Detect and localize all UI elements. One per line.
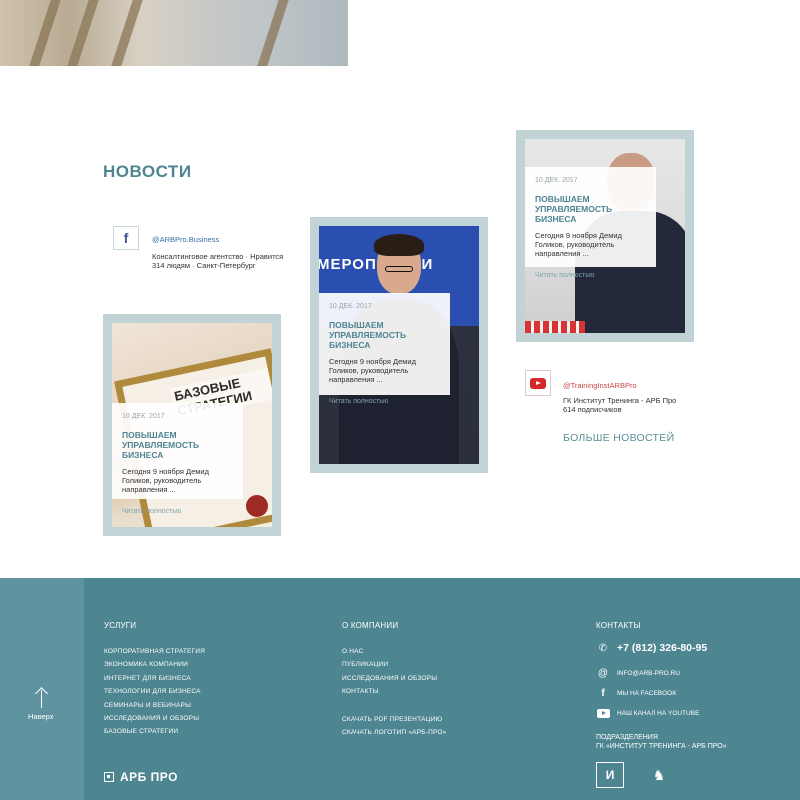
footer-link[interactable]: Базовые стратегии: [104, 725, 205, 738]
youtube-desc-line2: 614 подписчиков: [563, 405, 622, 414]
email-link[interactable]: info@arb-pro.ru: [617, 670, 680, 677]
footer-company: О КОМПАНИИ О нас Публикации Исследования…: [342, 621, 446, 739]
news-date: 10 ДЕК. 2017: [329, 303, 372, 310]
back-to-top-panel[interactable]: Наверх: [0, 578, 84, 800]
youtube-icon[interactable]: [525, 370, 551, 396]
news-card-text: 10 ДЕК. 2017 ПОВЫШАЕМ УПРАВЛЯЕМОСТЬ БИЗН…: [525, 167, 656, 279]
facebook-handle[interactable]: @ARBPro.Business: [152, 235, 283, 244]
company-list: О нас Публикации Исследования и обзоры К…: [342, 645, 446, 739]
brand-square-icon: [104, 772, 114, 782]
company-heading: О КОМПАНИИ: [342, 621, 399, 630]
divisions-heading: ПОДРАЗДЕЛЕНИЯ: [596, 734, 658, 741]
facebook-desc-line1: Консалтинговое агентство · Нравится: [152, 252, 284, 261]
footer-link[interactable]: Контакты: [342, 685, 446, 698]
facebook-row[interactable]: f Мы на Facebook: [596, 687, 677, 699]
download-logo-link[interactable]: Скачать логотип «АРБ-ПРО»: [342, 726, 446, 739]
news-excerpt: Сегодня 9 ноября Демид Голиков, руководи…: [535, 231, 622, 258]
services-list: Корпоративная стратегия Экономика компан…: [104, 645, 205, 739]
hero-image: [0, 0, 348, 66]
download-pdf-link[interactable]: Скачать PDF презентацию: [342, 713, 446, 726]
contacts-heading: КОНТАКТЫ: [596, 621, 641, 630]
news-title[interactable]: ПОВЫШАЕМ УПРАВЛЯЕМОСТЬ БИЗНЕСА: [535, 194, 646, 224]
youtube-row[interactable]: Наш канал на YouTube: [596, 707, 699, 719]
at-icon: @: [597, 667, 609, 679]
footer-services: УСЛУГИ Корпоративная стратегия Экономика…: [104, 621, 205, 739]
news-title[interactable]: ПОВЫШАЕМ УПРАВЛЯЕМОСТЬ БИЗНЕСА: [122, 430, 233, 460]
facebook-icon: f: [601, 687, 605, 699]
news-card-2[interactable]: МЕРОПРИЯТИ 10 ДЕК. 2017 ПОВЫШАЕМ УПРАВЛЯ…: [310, 217, 488, 473]
phone-icon: ✆: [598, 642, 608, 654]
youtube-icon: [596, 707, 610, 719]
arb-pro-horse-logo[interactable]: ♞: [645, 762, 673, 788]
news-section-title: НОВОСТИ: [103, 162, 192, 181]
youtube-desc-line1: ГК Институт Тренинга - АРБ Про: [563, 396, 677, 405]
news-date: 10 ДЕК. 2017: [122, 413, 165, 420]
news-title[interactable]: ПОВЫШАЕМ УПРАВЛЯЕМОСТЬ БИЗНЕСА: [329, 320, 440, 350]
footer-link[interactable]: Экономика компании: [104, 658, 205, 671]
brand-name: АРБ ПРО: [120, 770, 178, 784]
training-institute-logo[interactable]: И: [596, 762, 624, 788]
list-spacer: [342, 699, 446, 713]
read-more-link[interactable]: Читать полностью: [122, 508, 233, 515]
back-to-top-label[interactable]: Наверх: [28, 712, 54, 721]
youtube-link[interactable]: Наш канал на YouTube: [617, 710, 699, 717]
facebook-desc-line2: 314 людям · Санкт-Петербург: [152, 261, 256, 270]
youtube-widget: @TrainingInstARBPro ГК Институт Тренинга…: [563, 381, 676, 414]
read-more-link[interactable]: Читать полностью: [329, 398, 440, 405]
brand-logo[interactable]: АРБ ПРО: [104, 770, 178, 784]
email-row[interactable]: @ info@arb-pro.ru: [596, 667, 680, 679]
footer-link[interactable]: Исследования и обзоры: [342, 672, 446, 685]
footer-link[interactable]: Корпоративная стратегия: [104, 645, 205, 658]
news-card-text: 10 ДЕК. 2017 ПОВЫШАЕМ УПРАВЛЯЕМОСТЬ БИЗН…: [319, 293, 450, 405]
phone-number[interactable]: +7 (812) 326-80-95: [617, 642, 707, 654]
read-more-link[interactable]: Читать полностью: [535, 272, 646, 279]
news-card-1[interactable]: БАЗОВЫЕ СТРАТЕГИИ 10 ДЕК. 2017 ПОВЫШАЕМ …: [103, 314, 281, 536]
news-card-3[interactable]: 10 ДЕК. 2017 ПОВЫШАЕМ УПРАВЛЯЕМОСТЬ БИЗН…: [516, 130, 694, 342]
facebook-widget: @ARBPro.Business Консалтинговое агентств…: [152, 235, 283, 270]
youtube-handle[interactable]: @TrainingInstARBPro: [563, 381, 676, 390]
news-date: 10 ДЕК. 2017: [535, 177, 578, 184]
footer-link[interactable]: Технологии для бизнеса: [104, 685, 205, 698]
facebook-icon[interactable]: f: [113, 226, 139, 250]
footer: Наверх УСЛУГИ Корпоративная стратегия Эк…: [0, 578, 800, 800]
footer-contacts: КОНТАКТЫ: [596, 621, 641, 630]
footer-link[interactable]: Интернет для бизнеса: [104, 672, 205, 685]
arrow-up-icon[interactable]: [35, 687, 48, 708]
footer-link[interactable]: О нас: [342, 645, 446, 658]
divisions-company: ГК «ИНСТИТУТ ТРЕНИНГА - АРБ ПРО»: [596, 742, 727, 750]
footer-link[interactable]: Исследования и обзоры: [104, 712, 205, 725]
services-heading: УСЛУГИ: [104, 621, 137, 630]
news-card-text: 10 ДЕК. 2017 ПОВЫШАЕМ УПРАВЛЯЕМОСТЬ БИЗН…: [112, 403, 243, 515]
divisions-label: ПОДРАЗДЕЛЕНИЯ ГК «ИНСТИТУТ ТРЕНИНГА - АР…: [596, 734, 727, 751]
news-excerpt: Сегодня 9 ноября Демид Голиков, руководи…: [122, 467, 209, 494]
news-excerpt: Сегодня 9 ноября Демид Голиков, руководи…: [329, 357, 416, 384]
facebook-link[interactable]: Мы на Facebook: [617, 690, 677, 697]
phone-row[interactable]: ✆ +7 (812) 326-80-95: [596, 642, 707, 654]
footer-link[interactable]: Семинары и вебинары: [104, 699, 205, 712]
page: НОВОСТИ f @ARBPro.Business Консалтингово…: [0, 0, 800, 800]
footer-link[interactable]: Публикации: [342, 658, 446, 671]
more-news-link[interactable]: БОЛЬШЕ НОВОСТЕЙ: [563, 432, 674, 444]
